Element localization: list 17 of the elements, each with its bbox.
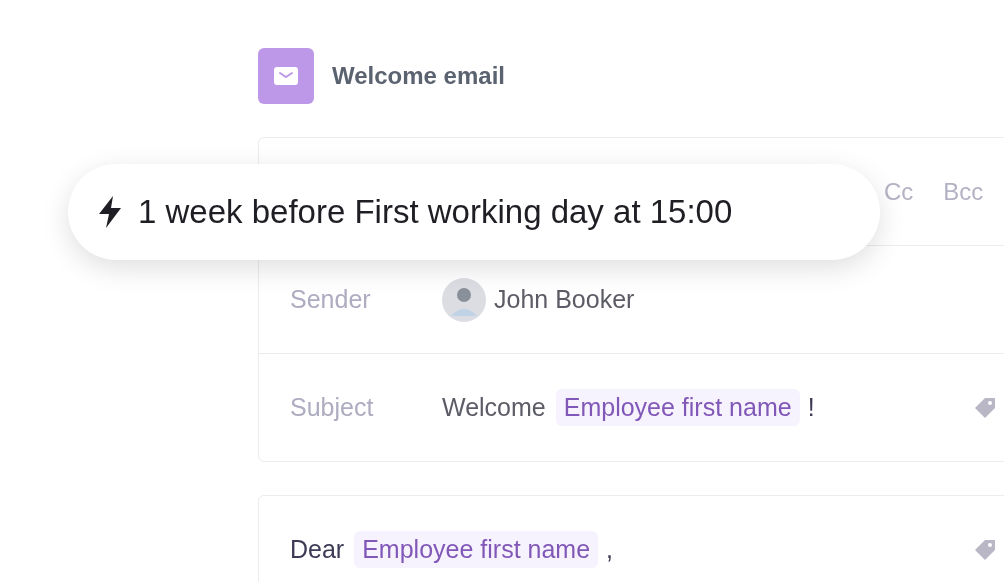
email-title: Welcome email xyxy=(332,62,505,90)
sender-name: John Booker xyxy=(494,285,635,314)
lightning-icon xyxy=(96,195,124,229)
avatar-icon xyxy=(442,277,486,322)
body-suffix: , xyxy=(606,535,613,564)
mail-icon xyxy=(258,48,314,104)
subject-suffix: ! xyxy=(807,393,815,422)
subject-label: Subject xyxy=(290,393,375,422)
variable-tag[interactable]: Employee first name xyxy=(555,389,800,426)
trigger-text: 1 week before First working day at 15:00 xyxy=(138,193,733,231)
variable-tag[interactable]: Employee first name xyxy=(354,531,599,568)
trigger-pill[interactable]: 1 week before First working day at 15:00 xyxy=(68,164,880,260)
tag-icon[interactable] xyxy=(973,537,997,562)
sender-label: Sender xyxy=(290,285,372,314)
subject-text: Welcome xyxy=(442,393,546,422)
body-text: Dear xyxy=(290,535,345,564)
tag-icon[interactable] xyxy=(973,395,997,420)
